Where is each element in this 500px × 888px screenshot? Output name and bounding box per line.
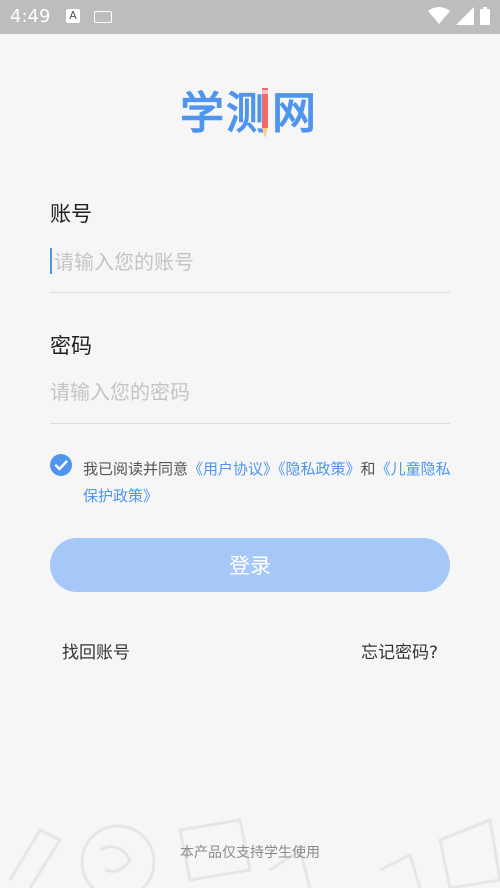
app-logo: 学测网 xyxy=(180,88,318,139)
recover-account-link[interactable]: 找回账号 xyxy=(62,638,130,663)
account-divider xyxy=(50,292,450,293)
accessibility-notification-icon: A xyxy=(66,9,80,23)
forgot-password-link[interactable]: 忘记密码? xyxy=(361,638,438,663)
status-icons xyxy=(428,7,490,25)
agreement-and: 和 xyxy=(360,460,376,478)
footer-note: 本产品仅支持学生使用 xyxy=(180,845,320,861)
check-icon xyxy=(54,460,68,471)
status-bar: 4:49 A xyxy=(0,0,500,34)
signal-icon xyxy=(456,7,474,25)
status-time: 4:49 xyxy=(10,6,51,27)
agreement-checkbox[interactable] xyxy=(50,454,72,476)
account-input[interactable] xyxy=(50,242,454,282)
password-divider xyxy=(50,423,450,424)
battery-icon xyxy=(480,7,490,25)
agreement-text: 我已阅读并同意《用户协议》《隐私政策》和《儿童隐私保护政策》 xyxy=(83,456,453,510)
password-input[interactable] xyxy=(50,372,450,412)
privacy-policy-link[interactable]: 《隐私政策》 xyxy=(278,460,361,478)
password-label: 密码 xyxy=(50,334,92,358)
user-agreement-link[interactable]: 《用户协议》 xyxy=(188,460,278,478)
agreement-prefix: 我已阅读并同意 xyxy=(83,460,189,478)
account-label: 账号 xyxy=(50,202,92,226)
login-button[interactable]: 登录 xyxy=(50,538,450,592)
pencil-icon xyxy=(262,88,268,138)
keyboard-icon xyxy=(94,11,112,23)
wifi-icon xyxy=(428,7,450,24)
